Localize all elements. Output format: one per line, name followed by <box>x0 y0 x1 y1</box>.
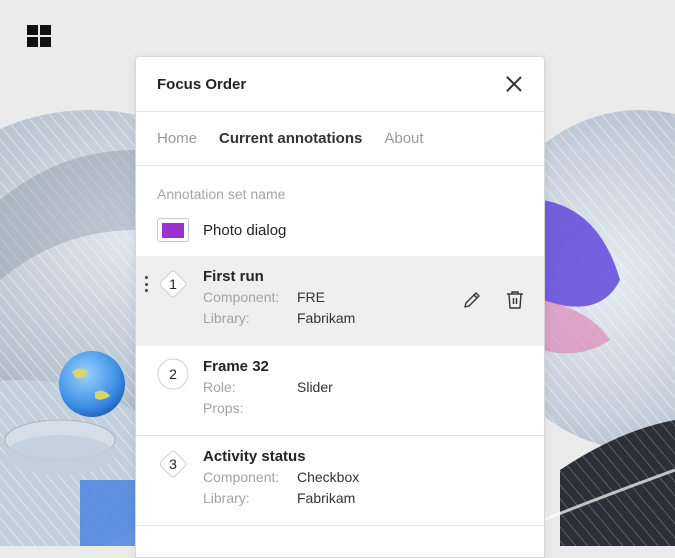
tab-home[interactable]: Home <box>157 130 197 147</box>
property-key: Component: <box>203 289 280 305</box>
order-badge: 1 <box>157 268 189 300</box>
panel-title: Focus Order <box>157 75 247 93</box>
pencil-icon[interactable] <box>461 289 483 311</box>
annotation-item[interactable]: 3 Activity status Component: Checkbox Li… <box>136 436 544 526</box>
property-value: Fabrikam <box>297 310 356 326</box>
order-number: 2 <box>169 366 177 382</box>
property-value: Slider <box>297 379 333 395</box>
property-key: Component: <box>203 469 280 485</box>
annotation-item[interactable]: 1 First run Component: FRE Library: Fabr… <box>136 256 544 346</box>
close-icon[interactable] <box>504 74 524 94</box>
order-number: 1 <box>169 276 177 292</box>
windows-logo-icon <box>27 25 51 47</box>
property-value: Checkbox <box>297 469 360 485</box>
order-badge: 2 <box>157 358 189 390</box>
tab-current-annotations[interactable]: Current annotations <box>219 130 362 147</box>
property-value: Fabrikam <box>297 490 356 506</box>
annotation-title: Frame 32 <box>203 358 269 375</box>
property-key: Library: <box>203 490 250 506</box>
annotation-item[interactable]: 2 Frame 32 Role: Slider Props: <box>136 346 544 436</box>
tab-about[interactable]: About <box>384 130 423 147</box>
item-actions <box>461 289 526 311</box>
property-row: Component: Checkbox <box>203 467 359 488</box>
order-badge: 3 <box>157 448 189 480</box>
annotation-details: Frame 32 Role: Slider Props: <box>203 357 333 419</box>
property-row: Library: Fabrikam <box>203 308 355 329</box>
property-key: Role: <box>203 379 236 395</box>
property-key: Library: <box>203 310 250 326</box>
color-swatch[interactable] <box>157 218 189 242</box>
annotation-title: First run <box>203 268 264 285</box>
annotation-set-section: Annotation set name Photo dialog <box>136 166 544 242</box>
property-row: Props: <box>203 398 333 419</box>
trash-icon[interactable] <box>504 289 526 311</box>
focus-order-panel: Focus Order Home Current annotations Abo… <box>135 56 545 558</box>
annotation-details: First run Component: FRE Library: Fabrik… <box>203 267 355 329</box>
property-value: FRE <box>297 289 325 305</box>
annotation-set-label: Annotation set name <box>157 186 286 202</box>
property-key: Props: <box>203 400 244 416</box>
panel-header: Focus Order <box>136 57 544 112</box>
annotation-details: Activity status Component: Checkbox Libr… <box>203 447 359 509</box>
order-number: 3 <box>169 456 177 472</box>
tab-bar: Home Current annotations About <box>136 112 544 166</box>
color-swatch-fill <box>162 222 184 238</box>
annotation-set-name: Photo dialog <box>203 221 287 239</box>
annotation-title: Activity status <box>203 448 306 465</box>
property-row: Library: Fabrikam <box>203 488 359 509</box>
drag-handle-icon[interactable] <box>144 276 148 292</box>
property-row: Component: FRE <box>203 287 355 308</box>
property-row: Role: Slider <box>203 377 333 398</box>
annotation-set-row[interactable]: Photo dialog <box>157 218 523 242</box>
